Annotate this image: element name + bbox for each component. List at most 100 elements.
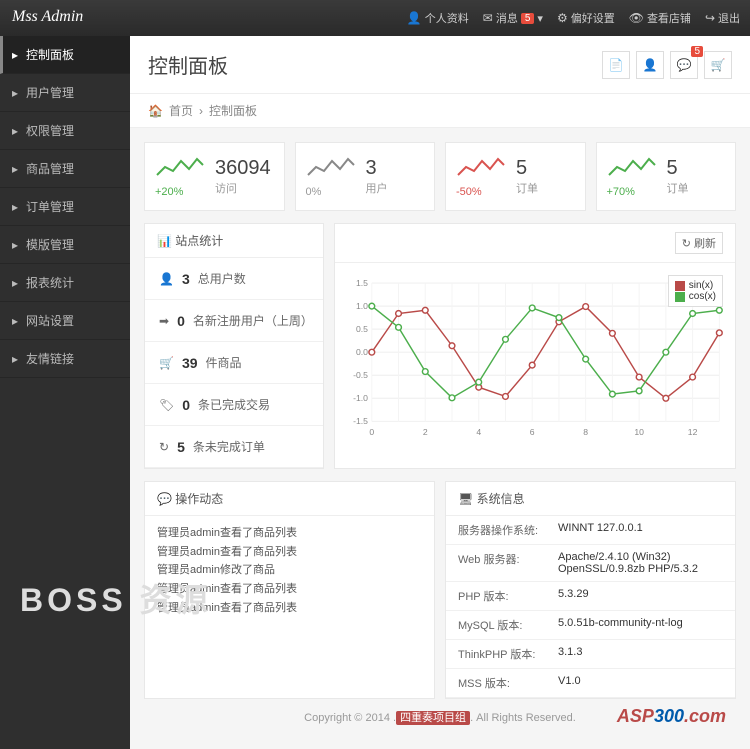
stat-pct: +70% bbox=[607, 186, 657, 198]
sidebar-label: 模版管理 bbox=[26, 236, 74, 253]
sys-row: ThinkPHP 版本:3.1.3 bbox=[446, 640, 735, 669]
svg-text:12: 12 bbox=[688, 427, 698, 437]
row-num: 5 bbox=[177, 439, 185, 455]
stat-label: 订单 bbox=[516, 180, 538, 196]
head-btn-comment[interactable]: 💬5 bbox=[670, 51, 698, 79]
sidebar-label: 商品管理 bbox=[26, 160, 74, 177]
row-icon: 👤 bbox=[159, 272, 174, 286]
svg-text:-1.0: -1.0 bbox=[353, 393, 368, 403]
topnav-messages[interactable]: ✉消息 5 ▾ bbox=[483, 10, 543, 26]
row-label: 条未完成订单 bbox=[193, 438, 265, 455]
logout-icon: ↪ bbox=[705, 11, 715, 25]
stat-value: 5 bbox=[667, 157, 689, 180]
chevron-down-icon: ▾ bbox=[537, 12, 543, 25]
sidebar-item-2[interactable]: ▸权限管理 bbox=[0, 112, 130, 150]
nav-icon: ▸ bbox=[12, 48, 18, 62]
chevron-right-icon: › bbox=[199, 104, 203, 118]
chart-panel: ↻ 刷新 sin(x)cos(x) -1.5-1.0-0.50.00.51.01… bbox=[334, 223, 736, 469]
bars-icon: 📊 bbox=[157, 234, 172, 248]
gear-icon: ⚙ bbox=[557, 11, 568, 25]
sys-row: MSS 版本:V1.0 bbox=[446, 669, 735, 698]
breadcrumb: 🏠 首页 › 控制面板 bbox=[130, 94, 750, 128]
sidebar-label: 网站设置 bbox=[26, 312, 74, 329]
sidebar-item-4[interactable]: ▸ 订单管理 bbox=[0, 188, 130, 226]
message-count-badge: 5 bbox=[521, 13, 535, 24]
stat-pct: +20% bbox=[155, 186, 205, 198]
row-label: 条已完成交易 bbox=[198, 396, 270, 413]
ops-line: 管理员admin查看了商品列表 bbox=[157, 599, 422, 618]
row-num: 0 bbox=[182, 397, 190, 413]
sys-key: Web 服务器: bbox=[458, 551, 558, 575]
topnav-view-shop[interactable]: 👁查看店铺 bbox=[629, 10, 691, 26]
footer: Copyright © 2014 .四重奏项目组. All Rights Res… bbox=[144, 699, 736, 735]
sidebar-item-8[interactable]: ▸友情链接 bbox=[0, 340, 130, 378]
site-stats-title: 站点统计 bbox=[175, 234, 223, 248]
sidebar-item-6[interactable]: ▸报表统计 bbox=[0, 264, 130, 302]
stat-card-1: 0%3用户 bbox=[295, 142, 436, 211]
sys-row: 服务器操作系统:WINNT 127.0.0.1 bbox=[446, 516, 735, 545]
row-num: 0 bbox=[177, 313, 185, 329]
refresh-button[interactable]: ↻ 刷新 bbox=[675, 232, 723, 254]
stat-card-0: +20%36094访问 bbox=[144, 142, 285, 211]
stat-card-2: -50%5订单 bbox=[445, 142, 586, 211]
sys-row: MySQL 版本:5.0.51b-community-nt-log bbox=[446, 611, 735, 640]
topnav-logout[interactable]: ↪退出 bbox=[705, 10, 740, 26]
svg-text:-1.5: -1.5 bbox=[353, 416, 368, 426]
sidebar-item-5[interactable]: ▸模版管理 bbox=[0, 226, 130, 264]
nav-icon: ▸ bbox=[12, 352, 18, 366]
svg-text:1.0: 1.0 bbox=[356, 301, 368, 311]
head-btn-user[interactable]: 👤 bbox=[636, 51, 664, 79]
svg-text:0.5: 0.5 bbox=[356, 324, 368, 334]
sparkline-icon bbox=[456, 155, 506, 179]
server-icon: 🖥 bbox=[458, 492, 473, 506]
crumb-home[interactable]: 首页 bbox=[169, 102, 193, 119]
head-btn-file[interactable]: 📄 bbox=[602, 51, 630, 79]
stat-label: 订单 bbox=[667, 180, 689, 196]
row-icon: ↻ bbox=[159, 440, 169, 454]
ops-line: 管理员admin查看了商品列表 bbox=[157, 524, 422, 543]
asp300-logo: ASP300.com bbox=[617, 706, 726, 727]
row-icon: 🛒 bbox=[159, 356, 174, 370]
ops-title: 操作动态 bbox=[175, 492, 223, 506]
nav-icon: ▸ bbox=[12, 124, 18, 138]
stats-list-row: ➡ 0 名新注册用户（上周） bbox=[145, 300, 323, 342]
sidebar-item-7[interactable]: ▸网站设置 bbox=[0, 302, 130, 340]
sys-row: Web 服务器:Apache/2.4.10 (Win32) OpenSSL/0.… bbox=[446, 545, 735, 582]
user-icon: 👤 bbox=[643, 58, 658, 72]
row-icon: 🏷 bbox=[159, 398, 174, 412]
eye-icon: 👁 bbox=[629, 11, 644, 25]
stat-value: 36094 bbox=[215, 157, 271, 180]
sys-val: V1.0 bbox=[558, 675, 723, 691]
stats-list-row: 🏷 0 条已完成交易 bbox=[145, 384, 323, 426]
nav-icon: ▸ bbox=[12, 200, 18, 214]
stat-card-3: +70% 5订单 bbox=[596, 142, 737, 211]
topnav-profile[interactable]: 👤个人资料 bbox=[407, 10, 469, 26]
row-icon: ➡ bbox=[159, 314, 169, 328]
row-label: 件商品 bbox=[206, 354, 242, 371]
nav-icon: ▸ bbox=[12, 86, 18, 100]
stat-value: 3 bbox=[366, 157, 388, 180]
sidebar-label: 订单管理 bbox=[26, 198, 74, 215]
svg-text:1.5: 1.5 bbox=[356, 278, 368, 288]
sys-key: MSS 版本: bbox=[458, 675, 558, 691]
comment-badge: 5 bbox=[691, 46, 703, 57]
svg-text:10: 10 bbox=[634, 427, 644, 437]
topnav-settings[interactable]: ⚙偏好设置 bbox=[557, 10, 615, 26]
sidebar-item-3[interactable]: ▸商品管理 bbox=[0, 150, 130, 188]
head-btn-cart[interactable]: 🛒 bbox=[704, 51, 732, 79]
sys-key: MySQL 版本: bbox=[458, 617, 558, 633]
ops-line: 管理员admin查看了商品列表 bbox=[157, 580, 422, 599]
ops-panel: 💬 操作动态 管理员admin查看了商品列表管理员admin查看了商品列表管理员… bbox=[144, 481, 435, 699]
stat-value: 5 bbox=[516, 157, 538, 180]
sidebar-item-1[interactable]: ▸ 用户管理 bbox=[0, 74, 130, 112]
sidebar-item-0[interactable]: ▸ 控制面板 bbox=[0, 36, 130, 74]
crumb-current: 控制面板 bbox=[209, 102, 257, 119]
sys-panel: 🖥 系统信息 服务器操作系统:WINNT 127.0.0.1Web 服务器:Ap… bbox=[445, 481, 736, 699]
sys-val: 3.1.3 bbox=[558, 646, 723, 662]
sys-key: 服务器操作系统: bbox=[458, 522, 558, 538]
svg-text:4: 4 bbox=[476, 427, 481, 437]
sidebar-label: 用户管理 bbox=[26, 84, 74, 101]
comment-icon: 💬 bbox=[677, 58, 692, 72]
sidebar-label: 控制面板 bbox=[26, 46, 74, 63]
sparkline-icon bbox=[306, 155, 356, 179]
